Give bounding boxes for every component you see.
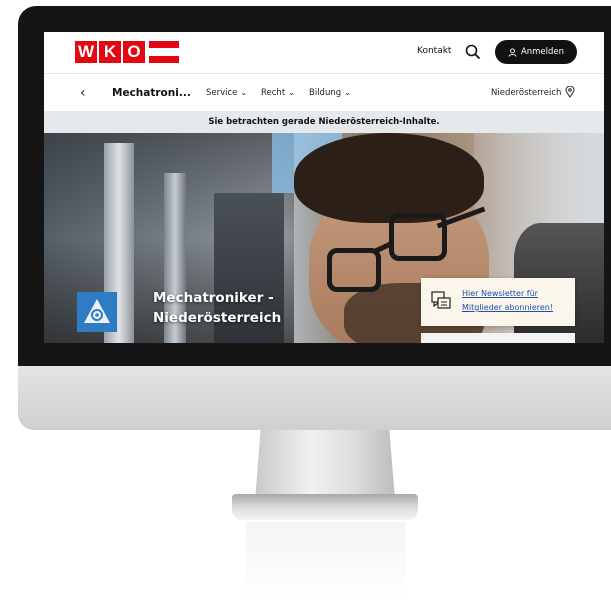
menu-bildung[interactable]: Bildung ⌄: [309, 88, 351, 98]
hero-person-hair: [294, 133, 484, 223]
chevron-left-icon[interactable]: ‹: [80, 85, 86, 101]
browser-screen: W K O Kontakt Anmelden ‹ Mechatroni... S…: [44, 32, 604, 343]
monitor-stand-foot: [232, 494, 418, 520]
breadcrumb-current[interactable]: Mechatroni...: [112, 87, 191, 99]
contact-link[interactable]: Kontakt: [417, 46, 451, 56]
search-icon[interactable]: [465, 44, 481, 60]
region-selector[interactable]: Niederösterreich: [491, 88, 561, 98]
menu-service[interactable]: Service ⌄: [206, 88, 247, 98]
location-pin-icon[interactable]: [565, 86, 575, 98]
logo-letter: K: [99, 41, 121, 63]
guild-emblem-icon: [77, 292, 117, 332]
hero-title: Mechatroniker - Niederösterreich: [153, 290, 282, 326]
section-navbar: ‹ Mechatroni... Service ⌄ Recht ⌄ Bildung ⌄…: [44, 73, 604, 112]
menu-label: Bildung: [309, 88, 342, 98]
menu-recht[interactable]: Recht ⌄: [261, 88, 295, 98]
glasses-lens: [327, 248, 381, 292]
chevron-down-icon: ⌄: [240, 88, 248, 97]
newsletter-card[interactable]: Hier Newsletter für Mitglieder abonniere…: [421, 278, 575, 326]
menu-label: Recht: [261, 88, 286, 98]
newsletter-icon: [431, 291, 451, 309]
monitor-stand-neck: [255, 430, 395, 500]
newsletter-link[interactable]: Hier Newsletter für Mitglieder abonniere…: [462, 287, 567, 315]
logo-letter: W: [75, 41, 97, 63]
menu-label: Service: [206, 88, 238, 98]
login-button[interactable]: Anmelden: [495, 40, 577, 64]
login-label: Anmelden: [520, 47, 565, 57]
user-icon: [508, 47, 517, 57]
chevron-down-icon: ⌄: [288, 88, 295, 97]
glasses-lens: [389, 213, 447, 261]
logo-letter: O: [123, 41, 145, 63]
chevron-down-icon: ⌄: [344, 88, 351, 97]
monitor-chin: [18, 366, 611, 430]
secondary-card-edge: [421, 333, 575, 343]
region-notice-banner: Sie betrachten gerade Niederösterreich-I…: [44, 111, 604, 133]
top-header: W K O Kontakt Anmelden: [44, 32, 604, 73]
stand-reflection: [246, 522, 406, 602]
hero-banner: Mechatroniker - Niederösterreich Hier Ne…: [44, 133, 604, 343]
wko-logo[interactable]: W K O: [75, 41, 179, 63]
austria-flag-icon: [149, 41, 179, 63]
